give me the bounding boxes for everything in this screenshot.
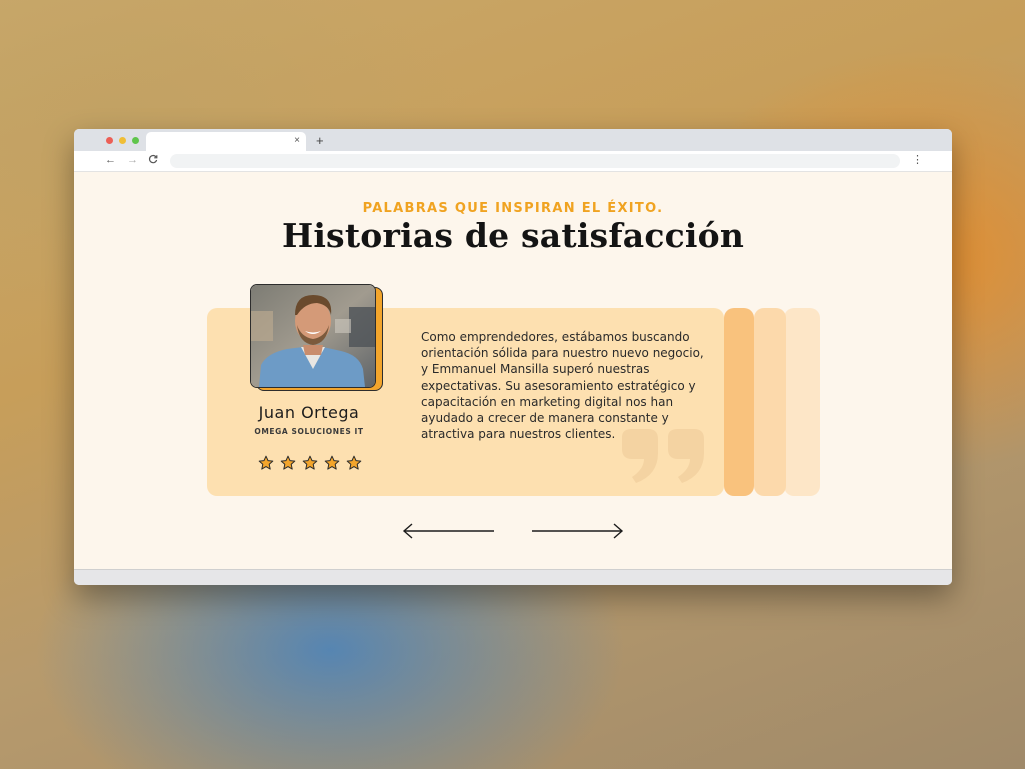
arrow-left-icon[interactable] — [400, 521, 496, 541]
testimonial-quote: Como emprendedores, estábamos buscando o… — [421, 330, 704, 442]
minimize-window-dot[interactable] — [119, 137, 126, 144]
address-bar[interactable] — [170, 154, 900, 168]
browser-tab[interactable]: × — [146, 132, 306, 151]
browser-toolbar: ← → ⋮ — [74, 151, 952, 172]
card-stack-middle[interactable] — [754, 308, 786, 496]
testimonials-page: PALABRAS QUE INSPIRAN EL ÉXITO. Historia… — [74, 172, 952, 569]
reload-icon-glyph — [148, 154, 158, 164]
star-icon — [346, 455, 362, 470]
maximize-window-dot[interactable] — [132, 137, 139, 144]
card-stack-back[interactable] — [784, 308, 820, 496]
star-icon — [324, 455, 340, 470]
avatar-portrait — [251, 285, 375, 387]
browser-window: × + ← → ⋮ PALABRAS QUE INSPIRAN EL ÉXITO… — [74, 129, 952, 585]
section-title: Historias de satisfacción — [281, 216, 745, 255]
tab-close-icon[interactable]: × — [294, 134, 300, 148]
reload-icon[interactable] — [148, 154, 158, 168]
author-name: Juan Ortega — [258, 403, 360, 422]
browser-menu-icon[interactable]: ⋮ — [912, 154, 923, 167]
rating-stars — [258, 455, 368, 473]
new-tab-icon[interactable]: + — [316, 134, 324, 147]
star-icon — [280, 455, 296, 470]
star-icon — [258, 455, 274, 470]
star-icon — [302, 455, 318, 470]
close-window-dot[interactable] — [106, 137, 113, 144]
browser-bottom-edge — [74, 569, 952, 585]
card-stack-front[interactable] — [724, 308, 754, 496]
back-arrow-icon[interactable]: ← — [105, 154, 116, 167]
avatar — [250, 284, 376, 388]
section-eyebrow: PALABRAS QUE INSPIRAN EL ÉXITO. — [362, 201, 664, 216]
tab-bar: × + — [74, 129, 952, 151]
arrow-right-icon[interactable] — [530, 521, 626, 541]
forward-arrow-icon[interactable]: → — [127, 154, 138, 167]
author-company: OMEGA SOLUCIONES IT — [254, 427, 364, 436]
